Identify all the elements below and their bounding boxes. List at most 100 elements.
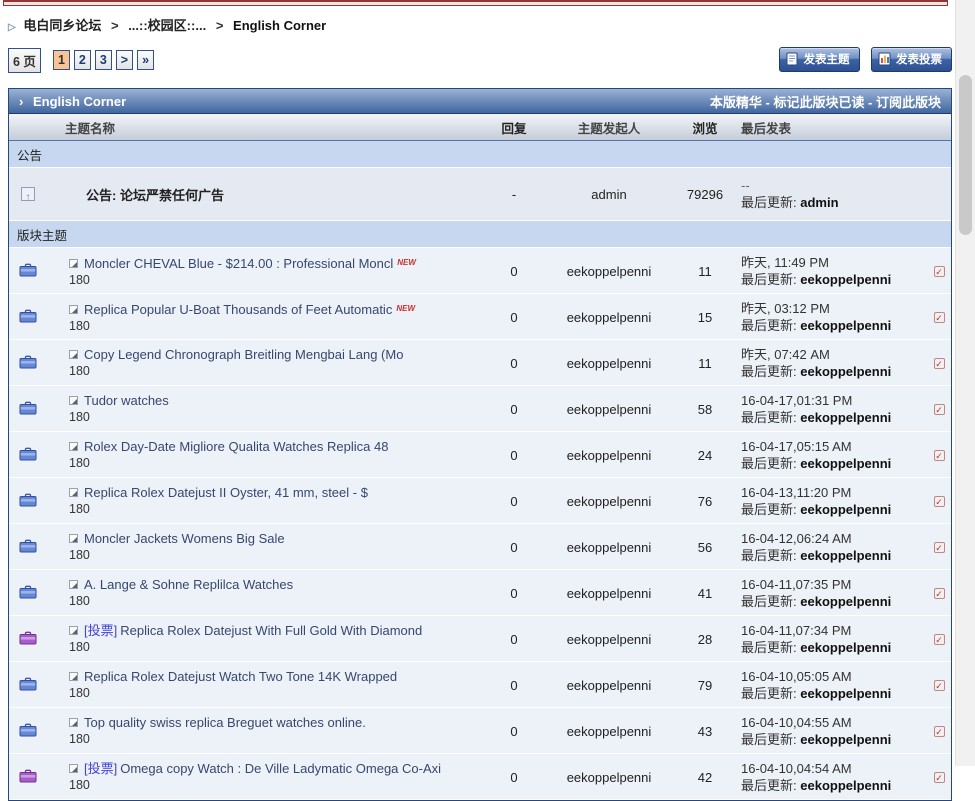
checkbox-icon[interactable] (934, 266, 945, 277)
checkbox-icon[interactable] (934, 542, 945, 553)
thread-title-link[interactable]: Omega copy Watch : De Ville Ladymatic Om… (120, 761, 441, 776)
starter-link[interactable]: eekoppelpenni (567, 264, 652, 279)
thread-subtext: 180 (47, 501, 479, 517)
post-indicator-icon[interactable] (69, 580, 78, 589)
next-page-button[interactable]: > (116, 50, 133, 70)
starter-link[interactable]: eekoppelpenni (567, 770, 652, 785)
new-poll-button[interactable]: 发表投票 (871, 47, 952, 72)
scrollbar-thumb[interactable] (959, 75, 972, 235)
breadcrumb-section-link[interactable]: ...::校园区::... (128, 18, 206, 33)
checkbox-icon[interactable] (934, 450, 945, 461)
announcement-row: 公告: 论坛严禁任何广告 - admin 79296 -- 最后更新: admi… (9, 168, 951, 221)
checkbox-icon[interactable] (934, 772, 945, 783)
post-indicator-icon[interactable] (69, 718, 78, 727)
table-row: Rolex Day-Date Migliore Qualita Watches … (9, 432, 951, 478)
post-indicator-icon[interactable] (69, 442, 78, 451)
post-indicator-icon[interactable] (69, 488, 78, 497)
views-count: 11 (669, 346, 741, 380)
last-update-label: 最后更新: (741, 456, 797, 471)
post-indicator-icon[interactable] (69, 305, 78, 314)
post-indicator-icon[interactable] (69, 534, 78, 543)
starter-link[interactable]: eekoppelpenni (567, 632, 652, 647)
last-post-user-link[interactable]: eekoppelpenni (800, 272, 891, 287)
checkbox-icon[interactable] (934, 634, 945, 645)
board-links[interactable]: 本版精华 - 标记此版块已读 - 订阅此版块 (710, 92, 941, 111)
starter-link[interactable]: eekoppelpenni (567, 678, 652, 693)
replies-count: 0 (479, 254, 549, 288)
last-post-user-link[interactable]: eekoppelpenni (800, 594, 891, 609)
last-post-date: 昨天, 07:42 AM (741, 346, 927, 363)
page-count-box: 6 页 (8, 48, 41, 73)
announcement-title-link[interactable]: 公告: 论坛严禁任何广告 (86, 188, 224, 203)
scrollbar-track[interactable] (955, 0, 975, 766)
thread-subtext: 180 (47, 272, 479, 288)
last-post-user-link[interactable]: eekoppelpenni (800, 640, 891, 655)
starter-link[interactable]: eekoppelpenni (567, 586, 652, 601)
last-update-label: 最后更新: (741, 410, 797, 425)
last-update-label: 最后更新: (741, 548, 797, 563)
starter-link[interactable]: eekoppelpenni (567, 724, 652, 739)
last-post-user-link[interactable]: eekoppelpenni (800, 364, 891, 379)
breadcrumb-root-link[interactable]: 电白同乡论坛 (23, 18, 101, 33)
thread-title-link[interactable]: Moncler Jackets Womens Big Sale (84, 531, 285, 546)
post-indicator-icon[interactable] (69, 764, 78, 773)
page-3-button[interactable]: 3 (95, 50, 112, 70)
announcement-starter-link[interactable]: admin (591, 187, 626, 202)
thread-title-link[interactable]: Tudor watches (84, 393, 169, 408)
starter-link[interactable]: eekoppelpenni (567, 448, 652, 463)
thread-title-link[interactable]: Copy Legend Chronograph Breitling Mengba… (84, 347, 403, 362)
thread-subtext: 180 (47, 593, 479, 609)
starter-link[interactable]: eekoppelpenni (567, 310, 652, 325)
thread-title-link[interactable]: Replica Rolex Datejust With Full Gold Wi… (120, 623, 422, 638)
views-count: 28 (669, 622, 741, 656)
main-content: ▷ 电白同乡论坛 > ...::校园区::... > English Corne… (8, 0, 952, 801)
new-topic-button[interactable]: 发表主题 (779, 47, 860, 72)
last-post-user-link[interactable]: eekoppelpenni (800, 502, 891, 517)
folder-icon (19, 769, 37, 786)
starter-link[interactable]: eekoppelpenni (567, 540, 652, 555)
checkbox-icon[interactable] (934, 726, 945, 737)
starter-link[interactable]: eekoppelpenni (567, 402, 652, 417)
thread-title-link[interactable]: Rolex Day-Date Migliore Qualita Watches … (84, 439, 388, 454)
replies-count: 0 (479, 760, 549, 794)
post-indicator-icon[interactable] (69, 259, 78, 268)
last-post-date: 16-04-12,06:24 AM (741, 530, 927, 547)
last-post-user-link[interactable]: eekoppelpenni (800, 732, 891, 747)
last-post-date: 16-04-10,05:05 AM (741, 668, 927, 685)
last-post-user-link[interactable]: eekoppelpenni (800, 318, 891, 333)
thread-title-link[interactable]: Replica Popular U-Boat Thousands of Feet… (84, 302, 392, 317)
thread-title-link[interactable]: Replica Rolex Datejust Watch Two Tone 14… (84, 669, 397, 684)
post-indicator-icon[interactable] (69, 626, 78, 635)
checkbox-icon[interactable] (934, 312, 945, 323)
checkbox-icon[interactable] (934, 404, 945, 415)
last-page-button[interactable]: » (137, 50, 154, 70)
last-update-label: 最后更新: (741, 195, 797, 210)
table-row: Replica Rolex Datejust II Oyster, 41 mm,… (9, 478, 951, 524)
last-post-date: 16-04-17,01:31 PM (741, 392, 927, 409)
post-indicator-icon[interactable] (69, 350, 78, 359)
checkbox-icon[interactable] (934, 588, 945, 599)
thread-title-link[interactable]: Moncler CHEVAL Blue - $214.00 : Professi… (84, 256, 393, 271)
last-post-user-link[interactable]: eekoppelpenni (800, 548, 891, 563)
page-1-button[interactable]: 1 (53, 50, 70, 70)
announcement-last-user-link[interactable]: admin (800, 195, 838, 210)
checkbox-icon[interactable] (934, 358, 945, 369)
last-post-user-link[interactable]: eekoppelpenni (800, 410, 891, 425)
thread-title-link[interactable]: Top quality swiss replica Breguet watche… (84, 715, 366, 730)
folder-icon (19, 677, 37, 694)
starter-link[interactable]: eekoppelpenni (567, 494, 652, 509)
thread-title-link[interactable]: A. Lange & Sohne Replilca Watches (84, 577, 293, 592)
checkbox-icon[interactable] (934, 496, 945, 507)
thread-title-link[interactable]: Replica Rolex Datejust II Oyster, 41 mm,… (84, 485, 368, 500)
last-post-user-link[interactable]: eekoppelpenni (800, 686, 891, 701)
page-2-button[interactable]: 2 (74, 50, 91, 70)
last-post-user-link[interactable]: eekoppelpenni (800, 456, 891, 471)
thread-list: Moncler CHEVAL Blue - $214.00 : Professi… (9, 248, 951, 800)
starter-link[interactable]: eekoppelpenni (567, 356, 652, 371)
new-topic-label: 发表主题 (804, 51, 850, 67)
post-indicator-icon[interactable] (69, 396, 78, 405)
post-indicator-icon[interactable] (69, 672, 78, 681)
checkbox-icon[interactable] (934, 680, 945, 691)
breadcrumb-separator: > (111, 18, 119, 33)
last-post-user-link[interactable]: eekoppelpenni (800, 778, 891, 793)
